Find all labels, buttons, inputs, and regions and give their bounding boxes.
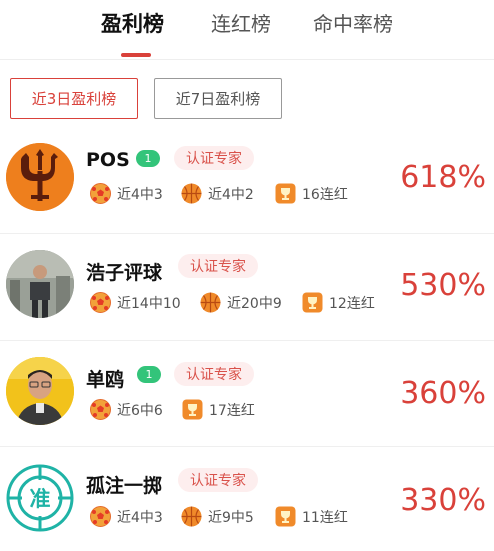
- expert-name: 单鸥: [86, 369, 125, 391]
- stat-football: 近6中6: [90, 399, 163, 420]
- person-photo-icon: [6, 357, 74, 425]
- active-tab-indicator: [121, 53, 151, 57]
- profit-rate: 530%: [400, 268, 486, 303]
- tab-streak[interactable]: 连红榜: [211, 8, 271, 37]
- filter-7-day-button[interactable]: 近7日盈利榜: [154, 78, 282, 119]
- person-photo-icon: [6, 250, 74, 318]
- stat-football: 近4中3: [90, 183, 163, 204]
- stat-text: 16连红: [302, 186, 348, 203]
- profit-rate: 618%: [400, 160, 486, 195]
- certified-expert-tag: 认证专家: [174, 362, 254, 386]
- expert-name: POS: [86, 149, 130, 171]
- profit-rate: 360%: [400, 376, 486, 411]
- expert-row[interactable]: 单鸥 1 认证专家 近6中6 17连红 360%: [0, 341, 494, 449]
- stat-streak: 16连红: [275, 183, 348, 204]
- football-icon: [90, 292, 111, 313]
- expert-row[interactable]: POS 1 认证专家 近4中3 近4中2 16连红 618%: [0, 125, 494, 233]
- level-badge: 1: [136, 150, 160, 167]
- tab-hit-rate[interactable]: 命中率榜: [313, 8, 393, 37]
- stat-football: 近4中3: [90, 506, 163, 527]
- stat-streak: 12连红: [302, 292, 375, 313]
- certified-expert-tag: 认证专家: [178, 468, 258, 492]
- avatar[interactable]: [6, 250, 74, 318]
- avatar[interactable]: [6, 143, 74, 211]
- football-icon: [90, 399, 111, 420]
- stat-text: 近20中9: [227, 295, 282, 312]
- expert-name: 孤注一掷: [86, 475, 163, 497]
- filter-3-day-button[interactable]: 近3日盈利榜: [10, 78, 138, 119]
- stat-basketball: 近9中5: [181, 506, 254, 527]
- basketball-icon: [200, 292, 221, 313]
- stat-basketball: 近4中2: [181, 183, 254, 204]
- stat-text: 近4中3: [117, 509, 163, 526]
- divider: [0, 59, 494, 60]
- expert-row[interactable]: 浩子评球 认证专家 近14中10 近20中9 12连红 530%: [0, 234, 494, 342]
- stat-text: 近9中5: [208, 509, 254, 526]
- stat-football: 近14中10: [90, 292, 181, 313]
- target-zhun-icon: 准: [6, 464, 74, 532]
- stat-text: 近6中6: [117, 402, 163, 419]
- avatar[interactable]: 准: [6, 464, 74, 532]
- stat-text: 近14中10: [117, 295, 181, 312]
- basketball-icon: [181, 506, 202, 527]
- trophy-icon: [182, 399, 203, 420]
- stat-streak: 17连红: [182, 399, 255, 420]
- level-badge: 1: [137, 366, 161, 383]
- avatar-glyph: 准: [30, 487, 51, 511]
- profit-rate: 330%: [400, 483, 486, 518]
- ranking-tabs: 盈利榜 连红榜 命中率榜: [0, 0, 494, 60]
- certified-expert-tag: 认证专家: [174, 146, 254, 170]
- stat-text: 12连红: [329, 295, 375, 312]
- expert-row[interactable]: 准 孤注一掷 认证专家 近4中3 近9中5 11连红 330%: [0, 447, 494, 551]
- basketball-icon: [181, 183, 202, 204]
- stat-text: 11连红: [302, 509, 348, 526]
- stat-streak: 11连红: [275, 506, 348, 527]
- trophy-icon: [275, 183, 296, 204]
- stat-basketball: 近20中9: [200, 292, 282, 313]
- trident-icon: [6, 143, 74, 211]
- stat-text: 近4中3: [117, 186, 163, 203]
- football-icon: [90, 183, 111, 204]
- trophy-icon: [302, 292, 323, 313]
- expert-name: 浩子评球: [86, 262, 163, 284]
- certified-expert-tag: 认证专家: [178, 254, 258, 278]
- stat-text: 近4中2: [208, 186, 254, 203]
- football-icon: [90, 506, 111, 527]
- trophy-icon: [275, 506, 296, 527]
- stat-text: 17连红: [209, 402, 255, 419]
- avatar[interactable]: [6, 357, 74, 425]
- tab-profit[interactable]: 盈利榜: [101, 8, 164, 38]
